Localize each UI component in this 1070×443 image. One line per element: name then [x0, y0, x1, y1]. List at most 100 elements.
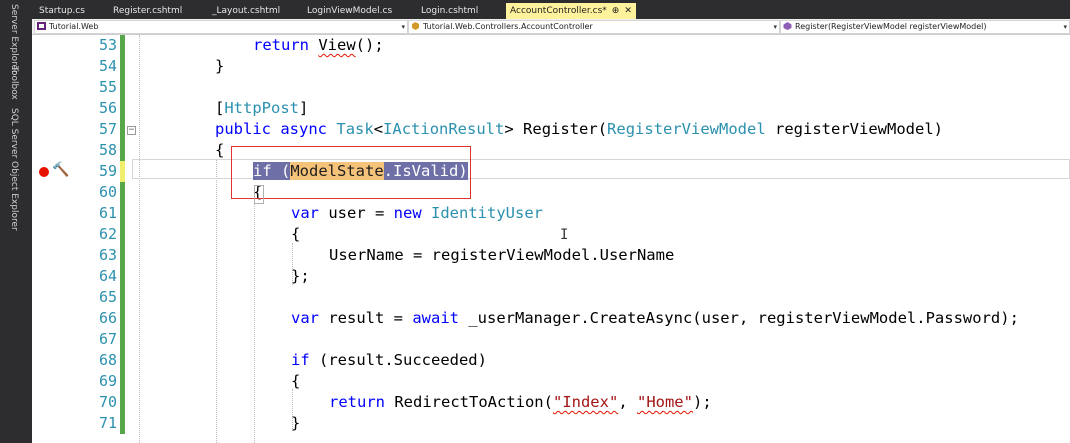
tab-loginviewmodel-cs[interactable]: LoginViewModel.cs — [303, 3, 396, 19]
change-indicator — [120, 308, 125, 329]
string-token: "Index" — [552, 393, 619, 411]
sql-server-object-explorer-tab[interactable]: SQL Server Object Explorer — [9, 108, 19, 231]
code-text[interactable]: UserName = registerViewModel.UserName — [329, 245, 674, 266]
keyword-token: new — [393, 204, 422, 222]
line-number: 55 — [98, 78, 117, 96]
type-token: RegisterViewModel — [607, 120, 766, 138]
tool-window-strip: Server Explorer Toolbox SQL Server Objec… — [0, 0, 32, 443]
code-line: 69 { — [32, 371, 1070, 392]
text-cursor-icon: I — [560, 227, 569, 243]
code-editor[interactable]: 53 return View(); 54 } 55 56 [HttpPost] … — [32, 35, 1070, 443]
code-line: 65 — [32, 287, 1070, 308]
code-text[interactable]: } — [291, 413, 300, 434]
line-number: 66 — [98, 309, 117, 327]
type-token: IActionResult — [383, 120, 505, 138]
change-indicator — [120, 392, 125, 413]
method-name-token: Register — [523, 120, 598, 138]
change-indicator — [120, 266, 125, 287]
code-text[interactable]: { — [291, 371, 300, 392]
code-text[interactable]: { — [215, 140, 224, 161]
string-token: "Home" — [636, 393, 693, 411]
line-number: 71 — [98, 414, 117, 432]
type-token: IdentityUser — [431, 204, 543, 222]
line-number: 62 — [98, 225, 117, 243]
code-text[interactable]: { — [291, 224, 300, 245]
parameter-token: registerViewModel — [775, 120, 934, 138]
line-number: 56 — [98, 99, 117, 117]
close-icon[interactable]: ✕ — [624, 6, 632, 16]
pin-icon[interactable]: ⊕ — [612, 6, 620, 16]
change-indicator-unsaved — [120, 161, 125, 182]
code-line: 57 public async Task<IActionResult> Regi… — [32, 119, 1070, 140]
collapse-minus-icon[interactable]: − — [127, 126, 136, 135]
change-indicator — [120, 203, 125, 224]
tab-label: Startup.cs — [39, 6, 85, 16]
line-number: 64 — [98, 267, 117, 285]
code-line: 56 [HttpPost] — [32, 98, 1070, 119]
code-line: 54 } — [32, 56, 1070, 77]
code-line: 55 — [32, 77, 1070, 98]
code-text[interactable]: var user = new IdentityUser — [291, 203, 543, 224]
code-text[interactable]: return RedirectToAction("Index", "Home")… — [329, 392, 712, 413]
tab-layout-cshtml[interactable]: _Layout.cshtml — [208, 3, 284, 19]
code-text[interactable]: public async Task<IActionResult> Registe… — [215, 119, 943, 140]
toolbox-tab[interactable]: Toolbox — [9, 66, 19, 100]
line-number: 67 — [98, 330, 117, 348]
member-name: Register(RegisterViewModel registerViewM… — [795, 22, 987, 31]
keyword-token: return — [253, 36, 309, 54]
project-dropdown[interactable]: Tutorial.Web ▾ — [34, 20, 408, 34]
code-line: 60 { — [32, 182, 1070, 203]
tab-label: Login.cshtml — [421, 6, 479, 16]
code-line: 70 return RedirectToAction("Index", "Hom… — [32, 392, 1070, 413]
line-number: 69 — [98, 372, 117, 390]
code-text[interactable]: return View(); — [253, 35, 384, 56]
attribute-token: HttpPost — [224, 99, 299, 117]
code-line: 71 } — [32, 413, 1070, 434]
tab-login-cshtml[interactable]: Login.cshtml — [417, 3, 482, 19]
annotation-highlight-box — [231, 146, 471, 199]
code-line: 61 var user = new IdentityUser — [32, 203, 1070, 224]
change-indicator — [120, 182, 125, 203]
tab-label: _Layout.cshtml — [212, 6, 281, 16]
code-text[interactable]: }; — [291, 266, 310, 287]
error-squiggle-token: View — [318, 36, 356, 54]
class-name: Tutorial.Web.Controllers.AccountControll… — [423, 22, 593, 31]
change-indicator — [120, 413, 125, 434]
tab-startup-cs[interactable]: Startup.cs — [35, 3, 89, 19]
line-number: 53 — [98, 36, 117, 54]
keyword-token: return — [329, 393, 385, 411]
code-text[interactable]: } — [215, 56, 224, 77]
change-indicator — [120, 140, 125, 161]
code-text[interactable]: var result = await _userManager.CreateAs… — [291, 308, 1019, 329]
keyword-token: var — [291, 204, 319, 222]
tab-register-cshtml[interactable]: Register.cshtml — [109, 3, 186, 19]
code-line: 53 return View(); — [32, 35, 1070, 56]
server-explorer-tab[interactable]: Server Explorer — [9, 4, 19, 74]
project-name: Tutorial.Web — [49, 22, 99, 31]
member-dropdown[interactable]: Register(RegisterViewModel registerViewM… — [780, 20, 1070, 34]
change-indicator — [120, 77, 125, 98]
hammer-icon[interactable]: 🔨 — [52, 162, 69, 178]
breakpoint-icon[interactable] — [39, 167, 49, 177]
code-line: 64 }; — [32, 266, 1070, 287]
class-dropdown[interactable]: Tutorial.Web.Controllers.AccountControll… — [408, 20, 780, 34]
line-number: 59 — [98, 162, 117, 180]
keyword-token: var — [291, 309, 319, 327]
csharp-project-icon — [37, 22, 46, 30]
chevron-down-icon: ▾ — [1063, 23, 1067, 31]
method-icon — [783, 22, 792, 30]
code-line: 63 UserName = registerViewModel.UserName — [32, 245, 1070, 266]
tab-accountcontroller-cs[interactable]: AccountController.cs* ⊕ ✕ — [506, 3, 636, 19]
code-text[interactable]: if (result.Succeeded) — [291, 350, 487, 371]
change-indicator — [120, 287, 125, 308]
line-number: 65 — [98, 288, 117, 306]
keyword-token: async — [280, 120, 328, 138]
line-number: 63 — [98, 246, 117, 264]
class-icon — [412, 22, 419, 30]
line-number: 70 — [98, 393, 117, 411]
tab-label: Register.cshtml — [113, 6, 183, 16]
navigation-bar: Tutorial.Web ▾ Tutorial.Web.Controllers.A… — [32, 19, 1070, 35]
keyword-token: public — [215, 120, 271, 138]
code-text[interactable]: [HttpPost] — [215, 98, 308, 119]
brace-match-highlight — [254, 185, 264, 204]
